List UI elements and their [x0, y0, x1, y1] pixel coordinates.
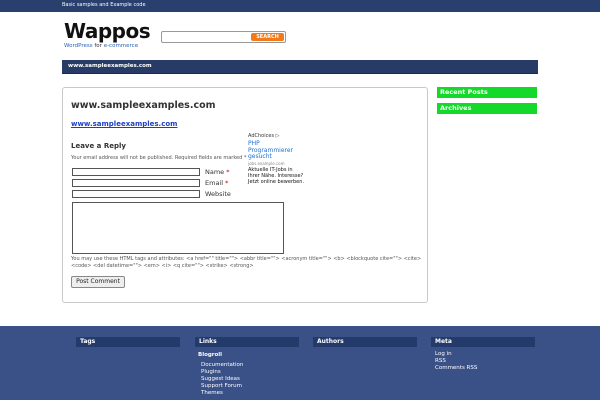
footer-links-heading: Links [195, 337, 299, 347]
tagline-wordpress: WordPress [64, 43, 93, 49]
site-tagline: WordPress for e-commerce [64, 43, 138, 49]
footer-link-documentation[interactable]: Documentation [201, 362, 243, 368]
sidebar-archives: Archives [437, 103, 537, 114]
main-nav: www.sampleexamples.com [62, 60, 538, 74]
post-title: www.sampleexamples.com [71, 100, 216, 111]
site-description: Basic samples and Example code [62, 2, 146, 8]
nav-item-home[interactable]: www.sampleexamples.com [68, 63, 152, 69]
tagline-for: for [92, 43, 104, 49]
ad-title[interactable]: PHP Programmierer gesucht [248, 140, 304, 161]
top-bar: Basic samples and Example code [0, 0, 600, 12]
main-content: www.sampleexamples.com www.sampleexample… [62, 87, 428, 303]
footer-blogroll: Blogroll [198, 352, 223, 358]
email-field[interactable] [72, 179, 200, 187]
email-label: Email * [205, 179, 228, 187]
footer-link-themes[interactable]: Themes [201, 390, 223, 396]
footer-meta-login[interactable]: Log in [435, 351, 452, 357]
footer-tags-heading: Tags [76, 337, 180, 347]
comment-textarea[interactable] [72, 202, 284, 254]
search-button[interactable]: SEARCH [251, 33, 284, 41]
footer-meta-comments-rss[interactable]: Comments RSS [435, 365, 477, 371]
allowed-tags-note: You may use these HTML tags and attribut… [71, 256, 422, 269]
footer-link-plugins[interactable]: Plugins [201, 369, 221, 375]
website-label: Website [205, 190, 231, 198]
reply-note: Your email address will not be published… [71, 155, 247, 161]
name-label: Name * [205, 168, 230, 176]
website-field[interactable] [72, 190, 200, 198]
site-logo[interactable]: Wappos [64, 21, 151, 41]
tagline-ecommerce: e-commerce [103, 43, 139, 49]
required-mark: * [225, 179, 229, 187]
name-field[interactable] [72, 168, 200, 176]
email-label-text: Email [205, 179, 224, 187]
name-label-text: Name [205, 168, 225, 176]
reply-title: Leave a Reply [71, 142, 126, 150]
post-link[interactable]: www.sampleexamples.com [71, 120, 177, 128]
footer-meta-heading: Meta [431, 337, 535, 347]
footer-link-suggest-ideas[interactable]: Suggest Ideas [201, 376, 240, 382]
post-comment-button[interactable]: Post Comment [71, 276, 125, 288]
footer-authors-heading: Authors [313, 337, 417, 347]
sidebar-recent-posts: Recent Posts [437, 87, 537, 98]
search-box: SEARCH [161, 31, 286, 43]
ad-choices-label[interactable]: AdChoices ▷ [248, 133, 304, 139]
footer-meta-rss[interactable]: RSS [435, 358, 446, 364]
required-mark: * [226, 168, 230, 176]
ad-text: Aktuelle IT-Jobs in Ihrer Nähe. Interess… [248, 166, 305, 185]
ad-box[interactable]: AdChoices ▷ PHP Programmierer gesucht jo… [248, 133, 304, 185]
footer-link-support-forum[interactable]: Support Forum [201, 383, 242, 389]
search-input[interactable] [165, 33, 249, 41]
